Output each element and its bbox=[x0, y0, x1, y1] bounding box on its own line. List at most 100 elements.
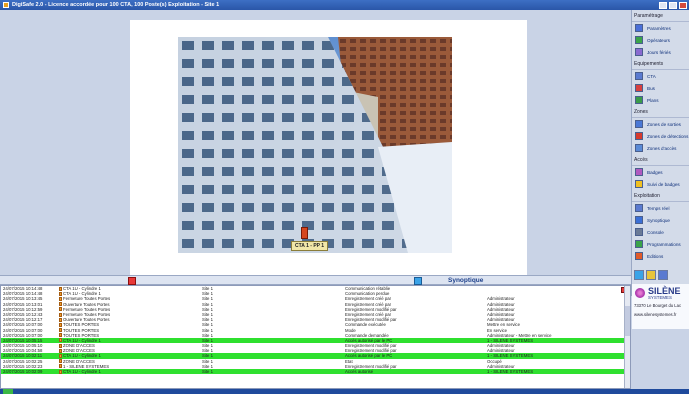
sidebar-item-label: CTA bbox=[647, 73, 656, 79]
event-type-icon bbox=[59, 322, 62, 327]
sidebar-section-title: Exploitation bbox=[632, 190, 689, 202]
event-type-icon bbox=[59, 333, 62, 338]
sidebar-item-console[interactable]: Console bbox=[632, 226, 689, 238]
event-type-icon bbox=[59, 312, 62, 317]
synoptic-icon[interactable] bbox=[414, 277, 422, 285]
sidebar-section-title: Accès bbox=[632, 154, 689, 166]
console-icon bbox=[635, 228, 643, 236]
sidebar-item-label: Bus bbox=[647, 85, 655, 91]
help-icon[interactable] bbox=[658, 270, 668, 280]
sidebar-item-label: Paramètres bbox=[647, 25, 671, 31]
star-icon[interactable] bbox=[646, 270, 656, 280]
window-title: DigiSafe 2.0 - Licence accordée pour 100… bbox=[12, 2, 220, 8]
sidebar-item-label: Temps réel bbox=[647, 205, 670, 211]
sidebar-item-badges[interactable]: Badges bbox=[632, 166, 689, 178]
app-icon bbox=[3, 2, 9, 8]
sidebar-item-label: Opérateurs bbox=[647, 37, 670, 43]
screen-icon[interactable] bbox=[634, 270, 644, 280]
map-icon bbox=[635, 96, 643, 104]
event-type-icon bbox=[59, 364, 62, 369]
event-type-icon bbox=[59, 291, 62, 296]
log-cell-user: 1 - SILENE SYSTEMES bbox=[487, 369, 534, 374]
sidebar-section-title: Paramétrage bbox=[632, 10, 689, 22]
event-type-icon bbox=[59, 338, 62, 343]
maximize-button[interactable] bbox=[669, 1, 677, 9]
sidebar-item-zones-de-d-tections[interactable]: Zones de détections bbox=[632, 130, 689, 142]
close-window-button[interactable] bbox=[679, 1, 687, 9]
taskbar bbox=[0, 389, 689, 394]
log-cell-date: 24/07/2015 10:02:09 bbox=[3, 369, 43, 374]
sidebar-section-title: Zones bbox=[632, 106, 689, 118]
alarm-indicator-icon[interactable] bbox=[128, 277, 136, 285]
building-photo: CTA 1 - PP 1 bbox=[178, 37, 452, 253]
event-type-icon bbox=[59, 359, 62, 364]
sidebar: Paramétrage Paramètres Opérateurs Jours fér… bbox=[631, 10, 689, 329]
event-type-icon bbox=[59, 328, 62, 333]
sidebar-item-bus[interactable]: Bus bbox=[632, 82, 689, 94]
sidebar-item-jours-f-ri-s[interactable]: Jours fériés bbox=[632, 46, 689, 58]
synoptique-label: Synoptique bbox=[448, 277, 484, 284]
sidebar-item-label: Programmations bbox=[647, 241, 681, 247]
sidebar-sections: Paramétrage Paramètres Opérateurs Jours fér… bbox=[632, 10, 689, 262]
event-log[interactable]: 24/07/2015 10:14:48 CTA 1U - Cylindre 1 Si… bbox=[0, 285, 631, 389]
minimize-button[interactable] bbox=[659, 1, 667, 9]
sidebar-item-label: Synoptique bbox=[647, 217, 670, 223]
sidebar-item-label: Editions bbox=[647, 253, 664, 259]
sidebar-item-zones-de-sorties[interactable]: Zones de sorties bbox=[632, 118, 689, 130]
sidebar-item-suivi-de-badges[interactable]: Suivi de badges bbox=[632, 178, 689, 190]
sidebar-item-temps-r-el[interactable]: Temps réel bbox=[632, 202, 689, 214]
brand-block: SILÈNE SYSTEMES 73370 Le Bourget du Lac … bbox=[632, 284, 689, 329]
map-canvas[interactable]: CTA 1 - PP 1 bbox=[130, 20, 527, 278]
detection-zone-icon bbox=[635, 132, 643, 140]
sidebar-item-param-tres[interactable]: Paramètres bbox=[632, 22, 689, 34]
brand-sub: SYSTEMES bbox=[648, 295, 672, 300]
sidebar-item-label: Plans bbox=[647, 97, 659, 103]
event-type-icon bbox=[59, 317, 62, 322]
sidebar-item-synoptique[interactable]: Synoptique bbox=[632, 214, 689, 226]
sidebar-item-label: Zones d'accès bbox=[647, 145, 677, 151]
realtime-icon bbox=[635, 204, 643, 212]
sidebar-item-label: Zones de sorties bbox=[647, 121, 681, 127]
cta-marker-label[interactable]: CTA 1 - PP 1 bbox=[291, 241, 329, 251]
sidebar-item-label: Console bbox=[647, 229, 664, 235]
brand-address: 73370 Le Bourget du Lac bbox=[634, 303, 682, 308]
exit-zone-icon bbox=[635, 120, 643, 128]
settings-icon bbox=[635, 24, 643, 32]
sidebar-item-programmations[interactable]: Programmations bbox=[632, 238, 689, 250]
brand-website[interactable]: www.silenesystemes.fr bbox=[634, 312, 688, 318]
scrollbar-thumb[interactable] bbox=[625, 306, 630, 336]
status-strip: Synoptique bbox=[0, 275, 631, 285]
sidebar-item-editions[interactable]: Editions bbox=[632, 250, 689, 262]
sidebar-item-zones-d-acc-s[interactable]: Zones d'accès bbox=[632, 142, 689, 154]
log-cell-elem: CTA 1U - Cylindre 1 bbox=[63, 369, 101, 374]
cta-marker-icon[interactable] bbox=[301, 227, 308, 239]
event-type-icon bbox=[59, 296, 62, 301]
log-cell-event: Accès autorisé bbox=[345, 369, 374, 374]
badge-tracking-icon bbox=[635, 180, 643, 188]
event-type-icon bbox=[59, 307, 62, 312]
sidebar-item-op-rateurs[interactable]: Opérateurs bbox=[632, 34, 689, 46]
sidebar-item-cta[interactable]: CTA bbox=[632, 70, 689, 82]
bus-icon bbox=[635, 84, 643, 92]
window-titlebar: DigiSafe 2.0 - Licence accordée pour 100… bbox=[0, 0, 689, 10]
cta-icon bbox=[635, 72, 643, 80]
log-row[interactable]: 24/07/2015 10:02:09 CTA 1U - Cylindre 1 Si… bbox=[1, 369, 630, 375]
programming-icon bbox=[635, 240, 643, 248]
brand-logo-icon bbox=[635, 288, 645, 298]
editions-icon bbox=[635, 252, 643, 260]
event-type-icon bbox=[59, 286, 62, 291]
sidebar-item-plans[interactable]: Plans bbox=[632, 94, 689, 106]
start-button[interactable] bbox=[3, 389, 13, 394]
event-log-rows: 24/07/2015 10:14:48 CTA 1U - Cylindre 1 Si… bbox=[1, 286, 630, 375]
event-type-icon bbox=[59, 302, 62, 307]
log-cell-site: Site 1 bbox=[202, 369, 213, 374]
sidebar-item-label: Jours fériés bbox=[647, 49, 671, 55]
event-type-icon bbox=[59, 348, 62, 353]
synoptic-icon bbox=[635, 216, 643, 224]
calendar-icon bbox=[635, 48, 643, 56]
operator-icon bbox=[635, 36, 643, 44]
sidebar-section-title: Equipements bbox=[632, 58, 689, 70]
log-scrollbar[interactable] bbox=[624, 286, 630, 388]
sidebar-item-label: Zones de détections bbox=[647, 133, 689, 139]
event-type-icon bbox=[59, 343, 62, 348]
